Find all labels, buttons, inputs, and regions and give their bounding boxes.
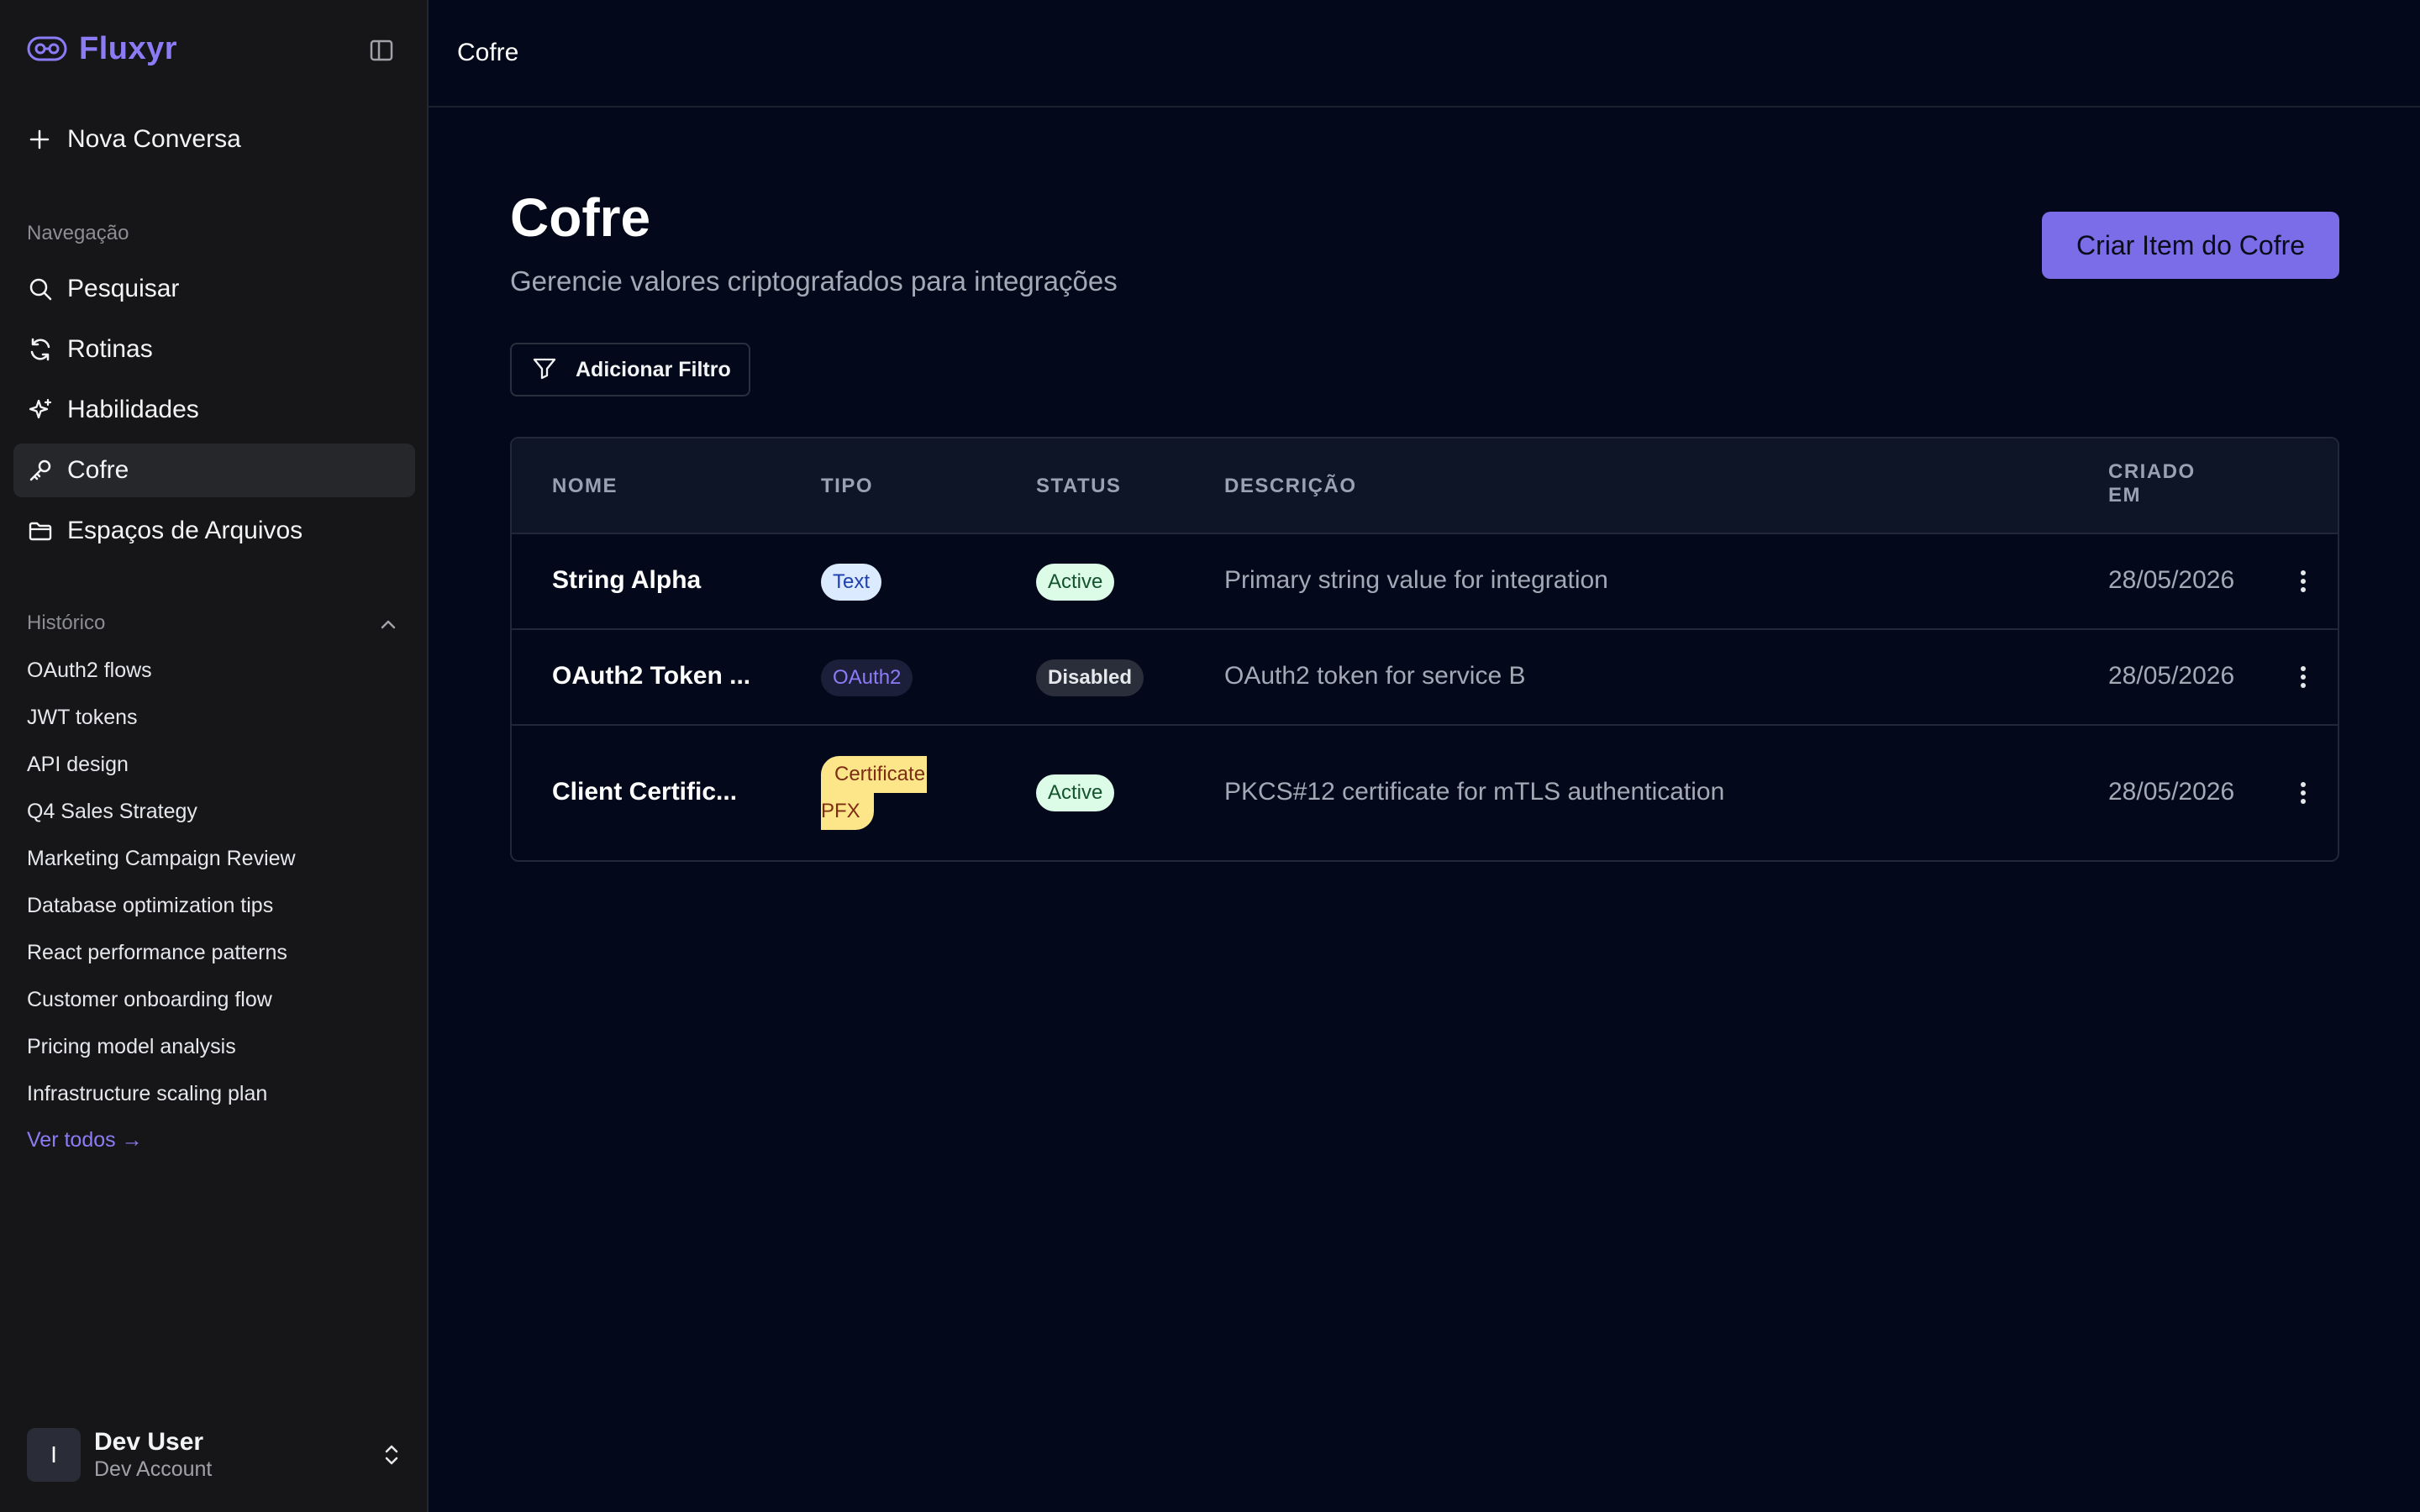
sidebar-item-label: Rotinas [67,335,153,363]
sidebar-item-vault[interactable]: Cofre [13,444,415,497]
column-header-description[interactable]: DESCRIÇÃO [1224,475,1357,498]
refresh-icon [27,336,54,363]
history-item[interactable]: Infrastructure scaling plan [27,1082,267,1106]
see-all-link[interactable]: Ver todos → [27,1128,143,1152]
sidebar-toggle-icon[interactable] [365,34,398,67]
user-account: Dev Account [94,1457,213,1481]
folder-icon [27,517,54,544]
sidebar-item-skills[interactable]: Habilidades [13,383,415,437]
type-badge: OAuth2 [821,659,913,696]
item-name[interactable]: OAuth2 Token ... [552,662,750,690]
user-menu[interactable]: I Dev User Dev Account [27,1428,405,1482]
type-badge: Text [821,564,882,601]
table-row[interactable]: OAuth2 Token ... OAuth2 Disabled OAuth2 … [512,630,2338,726]
column-header-type[interactable]: TIPO [821,475,873,498]
topbar: Cofre [429,0,2420,108]
status-badge: Active [1036,564,1115,601]
type-badge: Certificate PFX [821,756,939,830]
table-header: NOME TIPO STATUS DESCRIÇÃO CRIADO EM [512,438,2338,534]
sidebar-item-label: Cofre [67,456,129,484]
new-chat-label: Nova Conversa [67,125,241,153]
item-name[interactable]: Client Certific... [552,778,737,806]
type-badge-line1: Certificate [821,756,928,793]
sidebar-item-routines[interactable]: Rotinas [13,323,415,376]
more-options-icon[interactable] [2288,778,2318,808]
plus-icon [27,127,52,152]
history-item[interactable]: React performance patterns [27,941,287,965]
column-header-status[interactable]: STATUS [1036,475,1121,498]
item-description: OAuth2 token for service B [1224,662,1526,690]
history-item[interactable]: Database optimization tips [27,894,273,918]
table-row[interactable]: Client Certific... Certificate PFX Activ… [512,726,2338,860]
vault-table: NOME TIPO STATUS DESCRIÇÃO CRIADO EM Str… [510,437,2339,862]
column-header-created-line2: EM [2108,484,2141,507]
add-filter-label: Adicionar Filtro [576,357,731,381]
sparkle-icon [27,396,54,423]
column-header-created-line1: CRIADO [2108,460,2196,483]
sidebar-item-label: Pesquisar [67,275,180,302]
status-badge: Disabled [1036,659,1144,696]
key-icon [27,457,54,484]
sidebar-item-label: Espaços de Arquivos [67,517,303,544]
column-header-name[interactable]: NOME [552,475,618,498]
brand[interactable]: Fluxyr [27,29,177,69]
chevron-up-down-icon[interactable] [378,1441,405,1468]
history-item[interactable]: API design [27,753,129,777]
column-header-created[interactable]: CRIADO EM [2108,460,2196,507]
topbar-title: Cofre [457,39,519,66]
type-badge-line2: PFX [821,793,874,830]
more-options-icon[interactable] [2288,566,2318,596]
status-badge: Active [1036,774,1115,811]
brand-name: Fluxyr [79,30,178,66]
avatar: I [27,1428,81,1482]
item-created-date: 28/05/2026 [2108,778,2235,806]
item-name[interactable]: String Alpha [552,566,701,595]
item-description: PKCS#12 certificate for mTLS authenticat… [1224,778,1725,806]
history-section-label: Histórico [27,612,106,634]
history-item[interactable]: Customer onboarding flow [27,988,272,1012]
sidebar: Fluxyr Nova Conversa Navegação Pesquisar [0,0,429,1512]
add-filter-button[interactable]: Adicionar Filtro [510,343,750,396]
sidebar-item-search[interactable]: Pesquisar [13,262,415,316]
main-content: Cofre Cofre Gerencie valores criptografa… [429,0,2420,1512]
more-options-icon[interactable] [2288,662,2318,692]
user-name: Dev User [94,1428,204,1456]
history-item[interactable]: JWT tokens [27,706,138,730]
create-vault-item-button[interactable]: Criar Item do Cofre [2042,212,2339,279]
history-item[interactable]: OAuth2 flows [27,659,152,683]
item-description: Primary string value for integration [1224,566,1608,594]
search-icon [27,276,54,302]
item-created-date: 28/05/2026 [2108,662,2235,690]
nav-section-label: Navegação [27,222,129,244]
chevron-up-icon[interactable] [375,612,402,638]
new-chat-button[interactable]: Nova Conversa [27,121,241,158]
table-row[interactable]: String Alpha Text Active Primary string … [512,534,2338,630]
sidebar-item-file-spaces[interactable]: Espaços de Arquivos [13,504,415,558]
item-created-date: 28/05/2026 [2108,566,2235,594]
history-item[interactable]: Marketing Campaign Review [27,847,296,871]
filter-icon [532,355,557,385]
history-item[interactable]: Pricing model analysis [27,1035,236,1059]
history-item[interactable]: Q4 Sales Strategy [27,800,197,824]
fluxyr-logo-icon [27,29,67,69]
page-title: Cofre [510,187,651,248]
sidebar-item-label: Habilidades [67,396,199,423]
page-subtitle: Gerencie valores criptografados para int… [510,265,1118,297]
